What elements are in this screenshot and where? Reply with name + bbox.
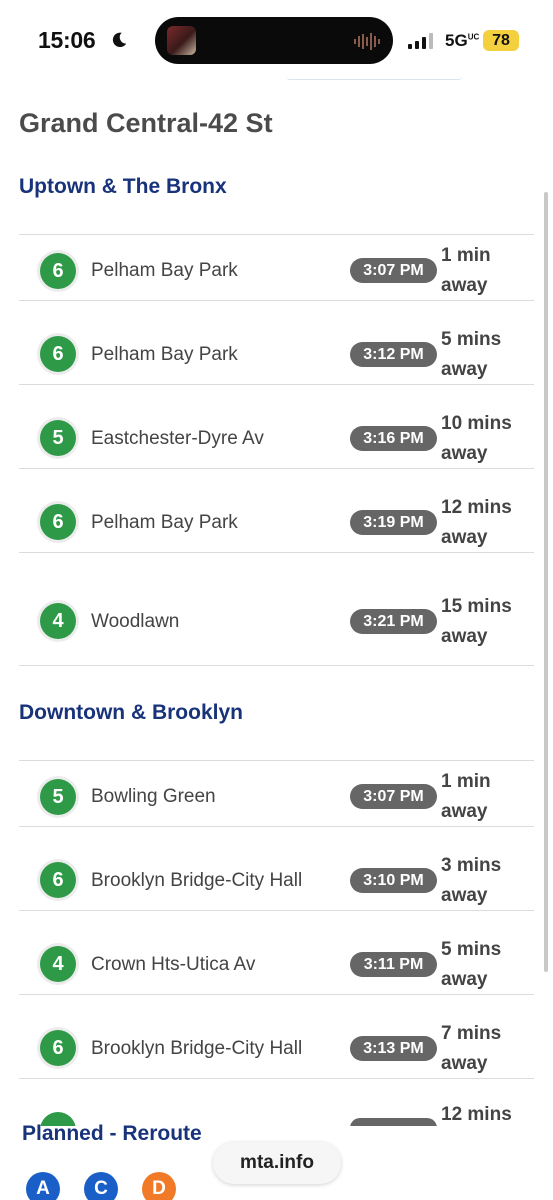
line-bullet-c[interactable]: C: [84, 1172, 118, 1200]
train-row[interactable]: 5 Eastchester-Dyre Av 3:16 PM 10 mins awa…: [19, 384, 534, 468]
arrival-time: 3:13 PM: [350, 1036, 437, 1061]
minutes-away: 5 mins away: [441, 939, 502, 990]
arrival-time: 3:07 PM: [350, 784, 437, 809]
moon-icon: [112, 32, 127, 48]
line-bullet: 4: [40, 946, 76, 982]
waveform-icon: [354, 33, 380, 50]
minutes-away: 1 min away: [441, 245, 491, 296]
arrival-time: 3:11 PM: [350, 952, 437, 977]
minutes-away: 10 mins away: [441, 413, 512, 464]
destination: Brooklyn Bridge-City Hall: [91, 870, 303, 891]
arrival-time: 3:07 PM: [350, 258, 437, 283]
arrival-time: 3:12 PM: [350, 342, 437, 367]
line-bullet: 6: [40, 504, 76, 540]
top-divider: [286, 76, 462, 80]
train-row[interactable]: 4 Crown Hts-Utica Av 3:11 PM 5 mins away: [19, 910, 534, 994]
arrival-time: 3:19 PM: [350, 510, 437, 535]
line-bullet: 6: [40, 336, 76, 372]
clock: 15:06: [38, 27, 96, 53]
minutes-away: 5 mins away: [441, 329, 502, 380]
arrival-time: 3:21 PM: [350, 609, 437, 634]
minutes-away: 3 mins away: [441, 855, 502, 906]
destination: Woodlawn: [91, 611, 180, 632]
destination: Pelham Bay Park: [91, 260, 238, 281]
minutes-away-partial: 12 mins: [441, 1104, 512, 1125]
destination: Pelham Bay Park: [91, 344, 238, 365]
minutes-away: 15 mins away: [441, 596, 512, 647]
signal-icon: [408, 33, 433, 49]
section-heading-planned: Planned - Reroute: [22, 1122, 202, 1145]
line-bullet: 5: [40, 779, 76, 815]
destination: Brooklyn Bridge-City Hall: [91, 1038, 303, 1059]
destination: Bowling Green: [91, 786, 216, 807]
scrollbar[interactable]: [544, 192, 548, 972]
line-bullet: 6: [40, 1030, 76, 1066]
minutes-away: 12 mins away: [441, 497, 512, 548]
browser-url-bar[interactable]: mta.info: [213, 1142, 341, 1184]
train-row[interactable]: 6 Pelham Bay Park 3:12 PM 5 mins away: [19, 300, 534, 384]
section-heading-downtown: Downtown & Brooklyn: [19, 701, 243, 724]
network-label: 5GUC: [445, 31, 480, 50]
page-title: Grand Central-42 St: [19, 108, 273, 138]
status-bar: 15:06 5GUC 78: [0, 0, 553, 80]
album-art: [167, 26, 196, 55]
line-bullet: 6: [40, 253, 76, 289]
train-row[interactable]: 6 Brooklyn Bridge-City Hall 3:13 PM 7 mi…: [19, 994, 534, 1078]
arrival-time: 3:10 PM: [350, 868, 437, 893]
line-bullet-d[interactable]: D: [142, 1172, 176, 1200]
arrival-time: 3:16 PM: [350, 426, 437, 451]
destination: Pelham Bay Park: [91, 512, 238, 533]
section-heading-uptown: Uptown & The Bronx: [19, 175, 227, 198]
minutes-away: 1 min away: [441, 771, 491, 822]
dynamic-island[interactable]: [155, 17, 393, 64]
line-bullet: 6: [40, 862, 76, 898]
minutes-away: 7 mins away: [441, 1023, 502, 1074]
destination: Eastchester-Dyre Av: [91, 428, 264, 449]
line-bullet-a[interactable]: A: [26, 1172, 60, 1200]
train-row[interactable]: 4 Woodlawn 3:21 PM 15 mins away: [19, 552, 534, 666]
line-bullet: 5: [40, 420, 76, 456]
train-row[interactable]: 6 Pelham Bay Park 3:19 PM 12 mins away: [19, 468, 534, 552]
train-row[interactable]: 6 Brooklyn Bridge-City Hall 3:10 PM 3 mi…: [19, 826, 534, 910]
battery-indicator: 78: [483, 30, 519, 51]
destination: Crown Hts-Utica Av: [91, 954, 256, 975]
line-bullet: 4: [40, 603, 76, 639]
